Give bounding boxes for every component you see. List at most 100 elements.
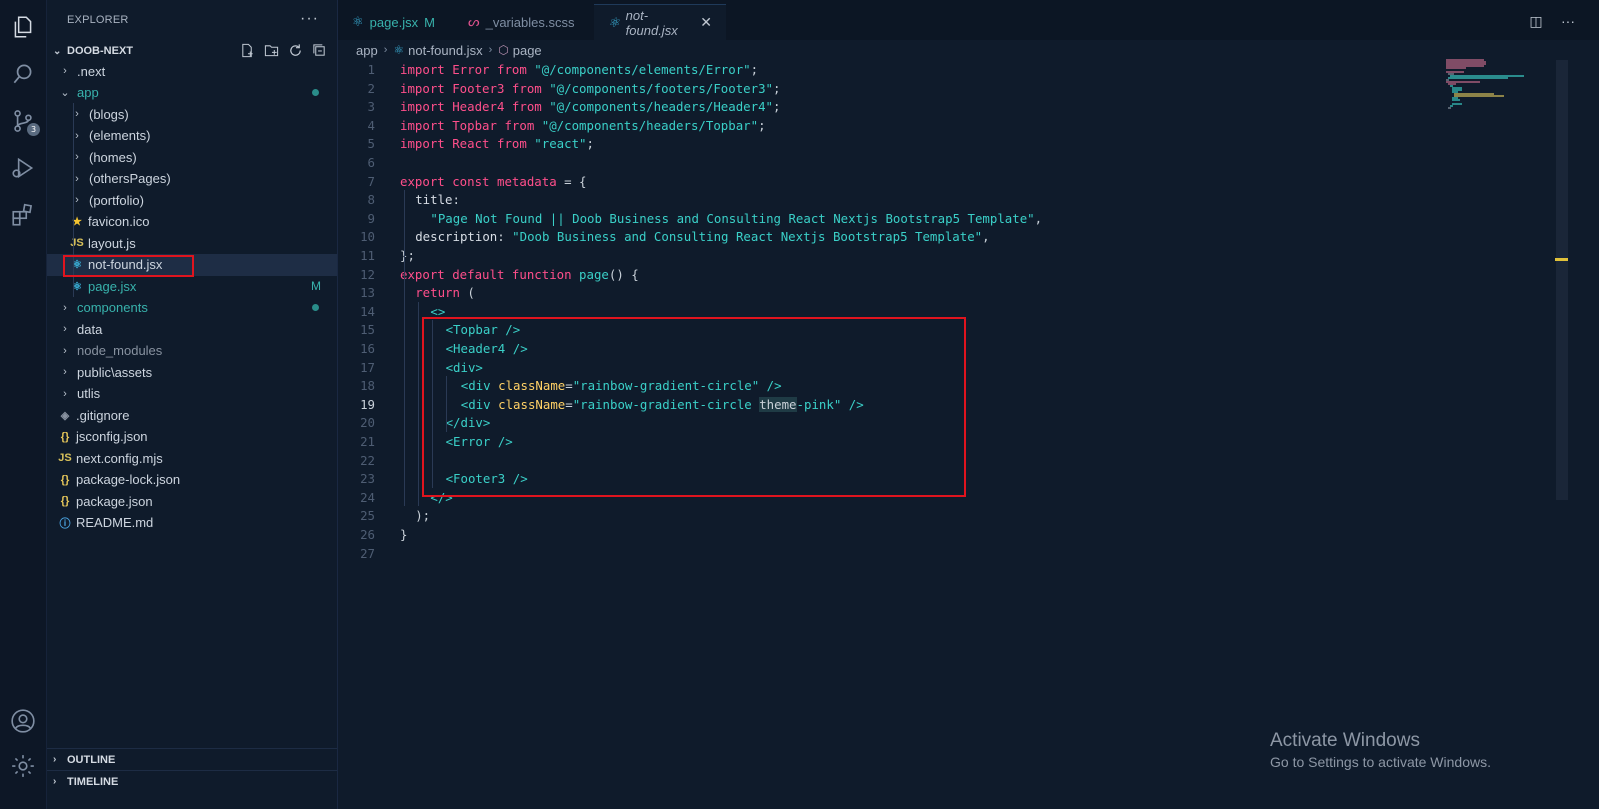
minimap[interactable]: [1444, 58, 1554, 118]
code-text: return (: [415, 283, 475, 302]
breadcrumb-symbol[interactable]: page: [513, 43, 542, 58]
tree-folder[interactable]: ⌄ app: [47, 82, 337, 104]
line-number: 15: [360, 322, 375, 338]
tree-file[interactable]: {} package-lock.json: [47, 469, 337, 491]
settings-gear-icon[interactable]: [8, 751, 38, 781]
watermark-title: Activate Windows: [1270, 730, 1420, 751]
search-icon[interactable]: [8, 59, 38, 89]
code-text: <Header4 />: [446, 339, 528, 358]
code-token: "Doob Business and Consulting React Next…: [512, 229, 983, 245]
line-number: 23: [360, 471, 375, 487]
tree-file[interactable]: ⚛ not-found.jsx: [47, 253, 337, 276]
refresh-icon[interactable]: [288, 43, 303, 58]
tree-item-label: (portfolio): [89, 192, 144, 208]
vertical-scrollbar[interactable]: [1556, 60, 1568, 500]
tree-file[interactable]: ◈ .gitignore: [47, 404, 337, 426]
code-token: <div: [460, 378, 499, 394]
code-text: title:: [415, 190, 460, 209]
tree-file[interactable]: {} jsconfig.json: [47, 426, 337, 448]
tree-folder[interactable]: › (homes): [47, 146, 337, 168]
tree-folder[interactable]: › components: [47, 297, 337, 319]
code-token: "Page Not Found || Doob Business and Con…: [430, 210, 1035, 226]
chevron-right-icon: ›: [63, 387, 67, 400]
code-line: 10 description: "Doob Business and Consul…: [338, 227, 1438, 246]
close-icon[interactable]: ✕: [700, 14, 712, 31]
code-text: "Page Not Found || Doob Business and Con…: [430, 209, 1042, 228]
code-token: }: [400, 527, 408, 542]
line-number: 17: [360, 359, 375, 375]
split-editor-icon[interactable]: ◫: [1527, 12, 1545, 30]
code-line: 3 import Header4 from "@/components/heade…: [338, 97, 1438, 116]
code-token: />: [841, 396, 864, 412]
tree-folder[interactable]: › (othersPages): [47, 168, 337, 190]
code-line: 12 export default function page() {: [338, 265, 1438, 284]
line-number: 14: [360, 303, 375, 319]
tree-file[interactable]: ⚛ page.jsx M: [47, 275, 337, 297]
code-text: export default function page() {: [400, 265, 639, 284]
line-number: 6: [367, 155, 375, 170]
code-line: 20 </div>: [338, 413, 1438, 432]
new-folder-icon[interactable]: [264, 43, 279, 58]
tab-label: page.jsx: [369, 14, 419, 30]
chevron-right-icon: ›: [63, 323, 67, 335]
chevron-right-icon: ›: [75, 108, 79, 120]
tree-folder[interactable]: › (portfolio): [47, 189, 337, 211]
more-actions-icon[interactable]: ···: [1559, 12, 1577, 30]
tree-folder[interactable]: › .next: [47, 60, 337, 82]
explorer-icon[interactable]: [8, 12, 38, 42]
source-control-badge: 3: [27, 123, 40, 136]
tree-item-label: (othersPages): [89, 171, 171, 186]
modified-dot: [312, 304, 319, 311]
code-token: ;: [586, 136, 594, 152]
code-text: export const metadata = {: [400, 172, 587, 191]
tree-folder[interactable]: › utlis: [47, 383, 337, 405]
editor-tab[interactable]: ⚛ not-found.jsx ✕: [594, 4, 726, 40]
tree-file[interactable]: ★ favicon.ico: [47, 211, 337, 233]
tree-file[interactable]: ⓘ README.md: [47, 512, 337, 534]
code-token: =: [565, 396, 573, 412]
breadcrumb-folder[interactable]: app: [356, 43, 378, 58]
tree-item-label: (elements): [89, 128, 151, 143]
timeline-panel-header[interactable]: › TIMELINE: [47, 770, 337, 792]
editor-tab[interactable]: ᔕ _variables.scss: [454, 4, 594, 40]
editor-actions: ◫ ···: [1527, 12, 1577, 30]
tree-file[interactable]: JS next.config.mjs: [47, 447, 337, 469]
account-icon[interactable]: [8, 706, 38, 736]
tree-folder[interactable]: › (blogs): [47, 103, 337, 125]
code-line: 13 return (: [338, 283, 1438, 302]
file-type-icon: ◈: [60, 409, 70, 422]
editor-tab[interactable]: ⚛ page.jsx M: [338, 4, 454, 40]
breadcrumb-file[interactable]: not-found.jsx: [408, 43, 482, 58]
tree-folder[interactable]: › public\assets: [47, 361, 337, 383]
tree-file[interactable]: {} package.json: [47, 490, 337, 512]
tree-item-label: layout.js: [88, 235, 136, 251]
code-token: ;: [750, 62, 759, 77]
tree-folder[interactable]: › node_modules: [47, 340, 337, 362]
code-token: import: [400, 99, 453, 115]
code-text: <Error />: [446, 432, 513, 451]
tree-folder[interactable]: › (elements): [47, 125, 337, 147]
more-actions-icon[interactable]: ···: [300, 10, 319, 28]
tree-folder[interactable]: › data: [47, 318, 337, 340]
line-number: 22: [360, 452, 375, 468]
code-line: 2 import Footer3 from "@/components/foote…: [338, 79, 1438, 98]
code-token: </div>: [445, 415, 491, 431]
file-type-icon: JS: [70, 237, 84, 249]
code-line: 4 import Topbar from "@/components/header…: [338, 116, 1438, 135]
extensions-icon[interactable]: [8, 200, 38, 230]
code-line: 11};: [338, 246, 1438, 265]
indent-guide: [73, 103, 74, 297]
symbol-method-icon: ⬡: [498, 43, 509, 57]
file-type-icon: {}: [60, 430, 70, 443]
outline-panel-header[interactable]: › OUTLINE: [47, 748, 337, 770]
git-status-badge: M: [311, 279, 321, 293]
code-token: />: [497, 434, 513, 449]
code-editor[interactable]: 1 import Error from "@/components/element…: [338, 60, 1599, 809]
code-token: "rainbow-gradient-circle: [572, 396, 760, 412]
source-control-icon[interactable]: 3: [8, 106, 40, 136]
collapse-all-icon[interactable]: [312, 43, 327, 58]
chevron-down-icon: ⌄: [53, 45, 62, 57]
tree-file[interactable]: JS layout.js: [47, 232, 337, 254]
run-debug-icon[interactable]: [8, 153, 38, 183]
new-file-icon[interactable]: [240, 43, 255, 58]
